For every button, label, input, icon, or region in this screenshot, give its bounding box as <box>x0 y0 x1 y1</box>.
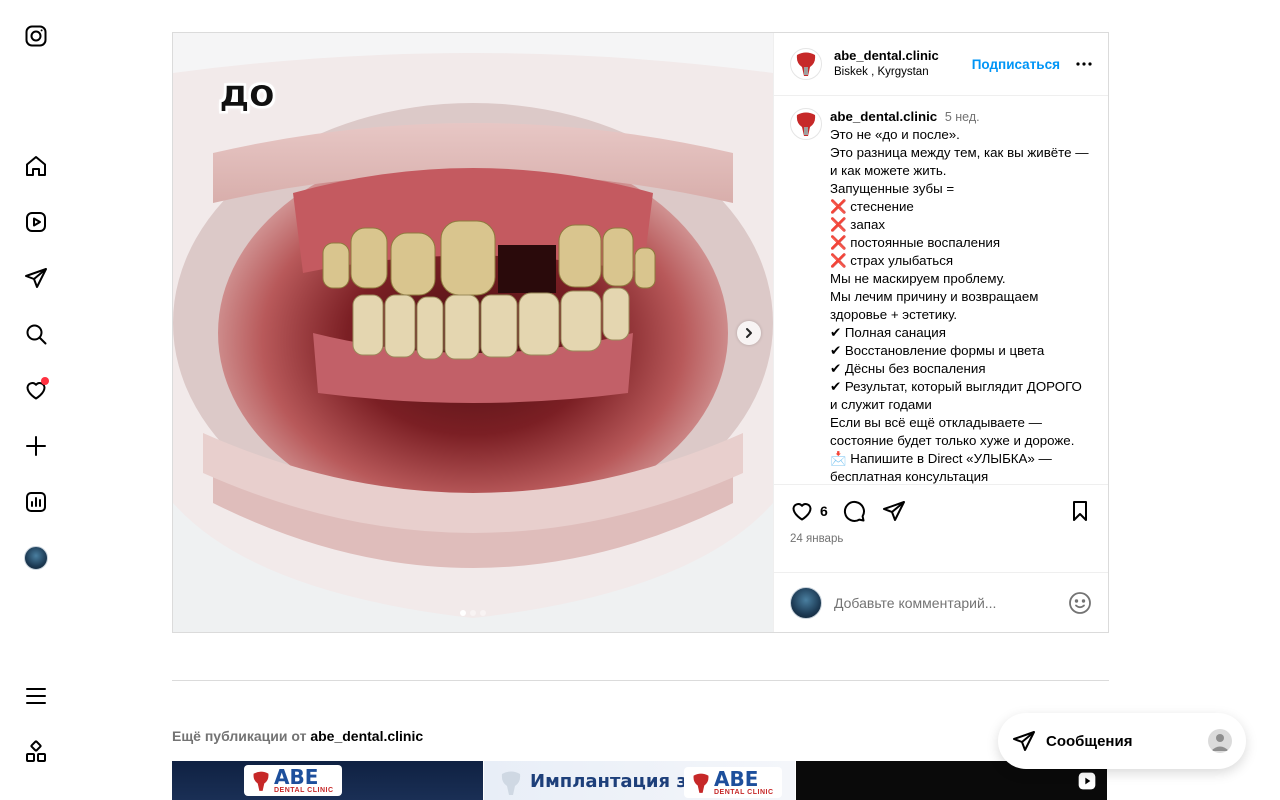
abe-logo-text: ABE <box>714 767 759 791</box>
next-slide-button[interactable] <box>737 321 761 345</box>
instagram-logo-icon[interactable] <box>20 20 52 52</box>
tooth-logo-icon <box>796 112 816 136</box>
caption-line: ❌ запах <box>830 217 885 232</box>
caption-line: Мы лечим причину и возвращаем здоровье +… <box>830 289 1043 322</box>
notifications-heart-icon[interactable] <box>20 374 52 406</box>
post-username[interactable]: abe_dental.clinic <box>834 47 972 64</box>
caption-lines: Это не «до и после». Это разница между те… <box>830 126 1092 484</box>
post-location[interactable]: Biskek , Kyrgystan <box>834 64 972 81</box>
abe-logo-subtext: DENTAL CLINIC <box>274 787 334 794</box>
post-date[interactable]: 24 январь <box>790 533 1092 545</box>
more-options-icon[interactable] <box>1076 62 1092 66</box>
follow-button[interactable]: Подписаться <box>972 57 1060 72</box>
carousel-dot <box>480 610 486 616</box>
more-posts-title: Ещё публикации от abe_dental.clinic <box>172 728 423 744</box>
caption-line: ✔ Результат, который выглядит ДОРОГО и с… <box>830 379 1086 412</box>
carousel-dot <box>460 610 466 616</box>
post-actions: 6 24 январь <box>774 484 1108 572</box>
more-posts-username[interactable]: abe_dental.clinic <box>310 728 423 744</box>
abe-logo-subtext: DENTAL CLINIC <box>714 789 774 796</box>
abe-logo: ABE DENTAL CLINIC <box>244 765 342 796</box>
caption-line: ✔ Восстановление формы и цвета <box>830 343 1045 358</box>
direct-messages-icon <box>1013 731 1035 751</box>
create-plus-icon[interactable] <box>20 430 52 462</box>
reels-icon <box>1078 772 1096 790</box>
post-sidebar: abe_dental.clinic Biskek , Kyrgystan Под… <box>773 33 1108 632</box>
tooth-logo-icon <box>693 773 709 793</box>
save-bookmark-icon[interactable] <box>1068 499 1092 523</box>
messages-avatar-icon <box>1208 729 1232 753</box>
more-apps-icon[interactable] <box>20 736 52 768</box>
more-posts-prefix: Ещё публикации от <box>172 728 307 744</box>
direct-messages-icon[interactable] <box>20 262 52 294</box>
comment-icon[interactable] <box>842 499 866 523</box>
tooth-logo-icon <box>253 771 269 791</box>
caption-time[interactable]: 5 нед. <box>945 110 980 124</box>
post-header: abe_dental.clinic Biskek , Kyrgystan Под… <box>774 33 1108 96</box>
insights-icon[interactable] <box>20 486 52 518</box>
abe-logo: ABE DENTAL CLINIC <box>684 767 782 798</box>
tooth-icon <box>501 771 521 795</box>
comment-avatar <box>790 586 822 619</box>
clinic-avatar[interactable] <box>790 48 822 80</box>
like-heart-icon[interactable] <box>790 499 814 523</box>
section-divider <box>172 680 1109 681</box>
more-post-thumbnail[interactable]: Имплантация зубов ABE DENTAL CLINIC <box>484 761 795 800</box>
caption-line: 📩 Напишите в Direct «УЛЫБКА» — бесплатна… <box>830 451 1056 484</box>
emoji-icon[interactable] <box>1068 591 1092 615</box>
comment-input[interactable] <box>834 594 1068 611</box>
carousel-dots <box>460 610 486 616</box>
caption-line: ✔ Полная санация <box>830 325 946 340</box>
search-icon[interactable] <box>20 318 52 350</box>
caption-line: Запущенные зубы = <box>830 181 955 196</box>
caption-line: ❌ страх улыбаться <box>830 253 954 268</box>
caption-line: Это разница между тем, как вы живёте — и… <box>830 145 1093 178</box>
more-post-thumbnail[interactable]: ABE DENTAL CLINIC <box>172 761 483 800</box>
comment-bar <box>774 572 1108 632</box>
profile-avatar-icon[interactable] <box>20 542 52 574</box>
share-icon[interactable] <box>882 499 906 523</box>
carousel-dot <box>470 610 476 616</box>
caption-line: Мы не маскируем проблему. <box>830 271 1006 286</box>
menu-icon[interactable] <box>20 680 52 712</box>
chevron-right-icon <box>746 328 752 338</box>
notification-dot <box>41 377 49 385</box>
post-card: до abe_dental.clinic Biskek , Kyrgystan … <box>172 32 1109 633</box>
home-icon[interactable] <box>20 150 52 182</box>
left-navigation <box>0 0 72 800</box>
caption-line: Если вы всё ещё откладываете — состояние… <box>830 415 1075 448</box>
caption-username[interactable]: abe_dental.clinic <box>830 109 937 124</box>
post-media[interactable]: до <box>173 33 773 632</box>
like-count[interactable]: 6 <box>820 503 828 519</box>
abe-logo-text: ABE <box>274 765 319 789</box>
messages-label: Сообщения <box>1046 732 1133 750</box>
caption-line: ❌ стеснение <box>830 199 914 214</box>
tooth-logo-icon <box>796 52 816 76</box>
caption-line: ❌ постоянные воспаления <box>830 235 1001 250</box>
post-photo <box>173 33 773 632</box>
caption-text: abe_dental.clinic 5 нед. Это не «до и по… <box>830 108 1092 484</box>
caption-line: ✔ Дёсны без воспаления <box>830 361 986 376</box>
caption-area[interactable]: abe_dental.clinic 5 нед. Это не «до и по… <box>774 96 1108 484</box>
before-label: до <box>219 71 276 116</box>
caption-line: Это не «до и после». <box>830 127 960 142</box>
reels-icon[interactable] <box>20 206 52 238</box>
messages-button[interactable]: Сообщения <box>998 713 1246 769</box>
caption-avatar[interactable] <box>790 108 822 140</box>
